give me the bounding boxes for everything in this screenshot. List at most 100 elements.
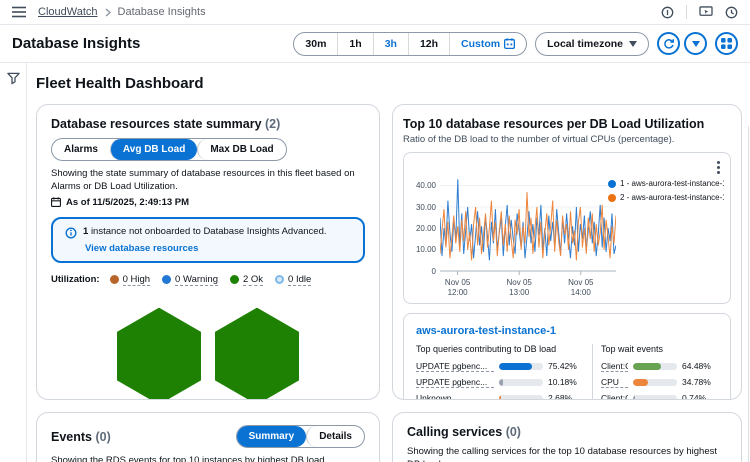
wait-event-percentage: 34.78% bbox=[682, 377, 711, 387]
chart-legend: 1 - aws-aurora-test-instance-1 2 - aws-au… bbox=[608, 179, 724, 202]
wait-event-label[interactable]: Client:ClientRead bbox=[601, 361, 628, 372]
events-toggle: Summary Details bbox=[235, 425, 365, 448]
chevron-right-icon bbox=[105, 7, 111, 17]
x-tick-line: 14:00 bbox=[570, 288, 591, 297]
utilization-idle[interactable]: 0 Idle bbox=[275, 274, 312, 286]
legend-item[interactable]: 2 - aws-aurora-test-instance-1... bbox=[608, 193, 724, 202]
query-bar-track bbox=[499, 362, 543, 370]
toggle-details[interactable]: Details bbox=[306, 426, 364, 447]
breadcrumb-cloudwatch[interactable]: CloudWatch bbox=[38, 6, 98, 18]
wait-event-label[interactable]: CPU bbox=[601, 377, 628, 388]
state-summary-card: Database resources state summary (2) Ala… bbox=[36, 104, 380, 400]
time-range-30m[interactable]: 30m bbox=[294, 33, 337, 55]
legend-item[interactable]: 1 - aws-aurora-test-instance-1 bbox=[608, 179, 724, 188]
legend-label: 2 - aws-aurora-test-instance-1... bbox=[620, 193, 724, 202]
content-body: Fleet Health Dashboard Database resource… bbox=[0, 63, 750, 462]
wait-event-row: Client:ClientWrite 0.74% bbox=[601, 390, 718, 400]
hexagon-instance[interactable] bbox=[215, 307, 299, 399]
calendar-icon bbox=[51, 197, 61, 208]
query-row: UPDATE pgbenc... 10.18% bbox=[416, 374, 584, 390]
chart-plot-area[interactable] bbox=[440, 175, 616, 276]
refresh-options-button[interactable] bbox=[684, 32, 707, 55]
tab-max-db-load[interactable]: Max DB Load bbox=[197, 139, 285, 160]
timezone-select[interactable]: Local timezone bbox=[535, 31, 649, 56]
alert-info-icon bbox=[65, 227, 77, 239]
query-label[interactable]: Unknown bbox=[416, 393, 494, 400]
wait-event-label[interactable]: Client:ClientWrite bbox=[601, 393, 628, 400]
refresh-group bbox=[657, 32, 707, 55]
query-label[interactable]: UPDATE pgbenc... bbox=[416, 361, 494, 372]
x-tick-line: Nov 05 bbox=[444, 278, 471, 287]
tab-alarms[interactable]: Alarms bbox=[52, 139, 110, 160]
history-icon[interactable] bbox=[725, 6, 738, 19]
wait-event-row: Client:ClientRead 64.48% bbox=[601, 358, 718, 374]
wait-event-percentage: 0.74% bbox=[682, 393, 707, 400]
time-range-3h[interactable]: 3h bbox=[372, 32, 408, 55]
header-controls: 30m 1h 3h 12h Custom Local timezone bbox=[293, 31, 738, 56]
wait-event-bar-fill bbox=[633, 378, 649, 386]
wait-event-percentage: 64.48% bbox=[682, 361, 711, 371]
view-database-resources-link[interactable]: View database resources bbox=[85, 243, 198, 254]
instance-detail-panel: aws-aurora-test-instance-1 Top queries c… bbox=[403, 313, 731, 400]
dashboard-title: Fleet Health Dashboard bbox=[36, 75, 204, 92]
x-tick-line: 12:00 bbox=[447, 288, 468, 297]
calling-services-title: Calling services (0) bbox=[407, 425, 521, 439]
utilization-label: 0 High bbox=[122, 273, 151, 286]
wait-event-bar-track bbox=[633, 362, 677, 370]
kebab-menu-icon[interactable] bbox=[715, 159, 722, 176]
topbar-actions bbox=[661, 5, 738, 19]
filter-icon[interactable] bbox=[6, 72, 20, 462]
query-bar-fill bbox=[499, 378, 504, 386]
utilization-label: 2 Ok bbox=[242, 273, 264, 286]
events-title: Events (0) bbox=[51, 429, 111, 444]
utilization-ok[interactable]: 2 Ok bbox=[229, 273, 264, 286]
instance-link[interactable]: aws-aurora-test-instance-1 bbox=[416, 325, 556, 337]
page-header: Database Insights 30m 1h 3h 12h Custom Local… bbox=[0, 25, 750, 63]
query-bar-track bbox=[499, 394, 543, 399]
calling-services-count: (0) bbox=[505, 425, 521, 439]
time-range-custom[interactable]: Custom bbox=[449, 32, 526, 55]
top10-card: Top 10 database resources per DB Load Ut… bbox=[392, 104, 742, 400]
wait-event-bar-fill bbox=[633, 362, 662, 370]
wait-event-row: CPU 34.78% bbox=[601, 374, 718, 390]
menu-icon[interactable] bbox=[12, 6, 26, 18]
time-range-1h[interactable]: 1h bbox=[337, 32, 372, 55]
refresh-button[interactable] bbox=[657, 32, 680, 55]
state-summary-description: Showing the state summary of database re… bbox=[51, 168, 355, 192]
toggle-summary[interactable]: Summary bbox=[236, 426, 307, 447]
legend-dot bbox=[608, 193, 616, 202]
chart-y-axis: 40.00 30.00 20.00 10.00 0 bbox=[412, 175, 440, 275]
calling-services-description: Showing the calling services for the top… bbox=[407, 446, 717, 462]
x-tick-line: 13:00 bbox=[509, 288, 530, 297]
events-card: Events (0) Summary Details Showing the RD… bbox=[36, 412, 380, 462]
breadcrumb-current: Database Insights bbox=[117, 6, 206, 18]
chart-x-axis: Nov 05 12:00 Nov 05 13:00 Nov 05 14:00 bbox=[440, 276, 616, 297]
filter-rail bbox=[0, 63, 27, 462]
state-summary-tabs: Alarms Avg DB Load Max DB Load bbox=[51, 138, 287, 161]
utilization-dot-ok bbox=[229, 275, 239, 285]
widgets-button[interactable] bbox=[715, 32, 738, 55]
query-row: Unknown 2.68% bbox=[416, 390, 584, 400]
utilization-high[interactable]: 0 High bbox=[109, 273, 151, 286]
y-tick-label: 20.00 bbox=[415, 223, 436, 233]
y-tick-label: 0 bbox=[431, 266, 436, 276]
wait-events-column: Top wait events Client:ClientRead64.48%C… bbox=[601, 344, 718, 400]
feedback-icon[interactable] bbox=[699, 6, 713, 18]
utilization-warning[interactable]: 0 Warning bbox=[162, 274, 218, 286]
query-percentage: 2.68% bbox=[548, 393, 573, 400]
column-divider bbox=[592, 344, 593, 399]
y-tick-label: 40.00 bbox=[415, 181, 436, 191]
query-label[interactable]: UPDATE pgbenc... bbox=[416, 377, 494, 388]
info-icon[interactable] bbox=[661, 6, 674, 19]
scrollbar[interactable] bbox=[748, 126, 749, 462]
breadcrumb: CloudWatch Database Insights bbox=[38, 6, 206, 18]
hexagon-instance[interactable] bbox=[117, 307, 201, 399]
top10-subtitle: Ratio of the DB load to the number of vi… bbox=[403, 134, 675, 145]
calling-services-card: Calling services (0) Showing the calling… bbox=[392, 412, 742, 462]
state-summary-count: (2) bbox=[265, 117, 281, 131]
time-range-12h[interactable]: 12h bbox=[407, 32, 449, 55]
legend-label: 1 - aws-aurora-test-instance-1 bbox=[620, 179, 724, 188]
tab-avg-db-load[interactable]: Avg DB Load bbox=[109, 139, 198, 160]
wait-event-bar-track bbox=[633, 394, 677, 399]
query-bar-fill bbox=[499, 394, 501, 399]
